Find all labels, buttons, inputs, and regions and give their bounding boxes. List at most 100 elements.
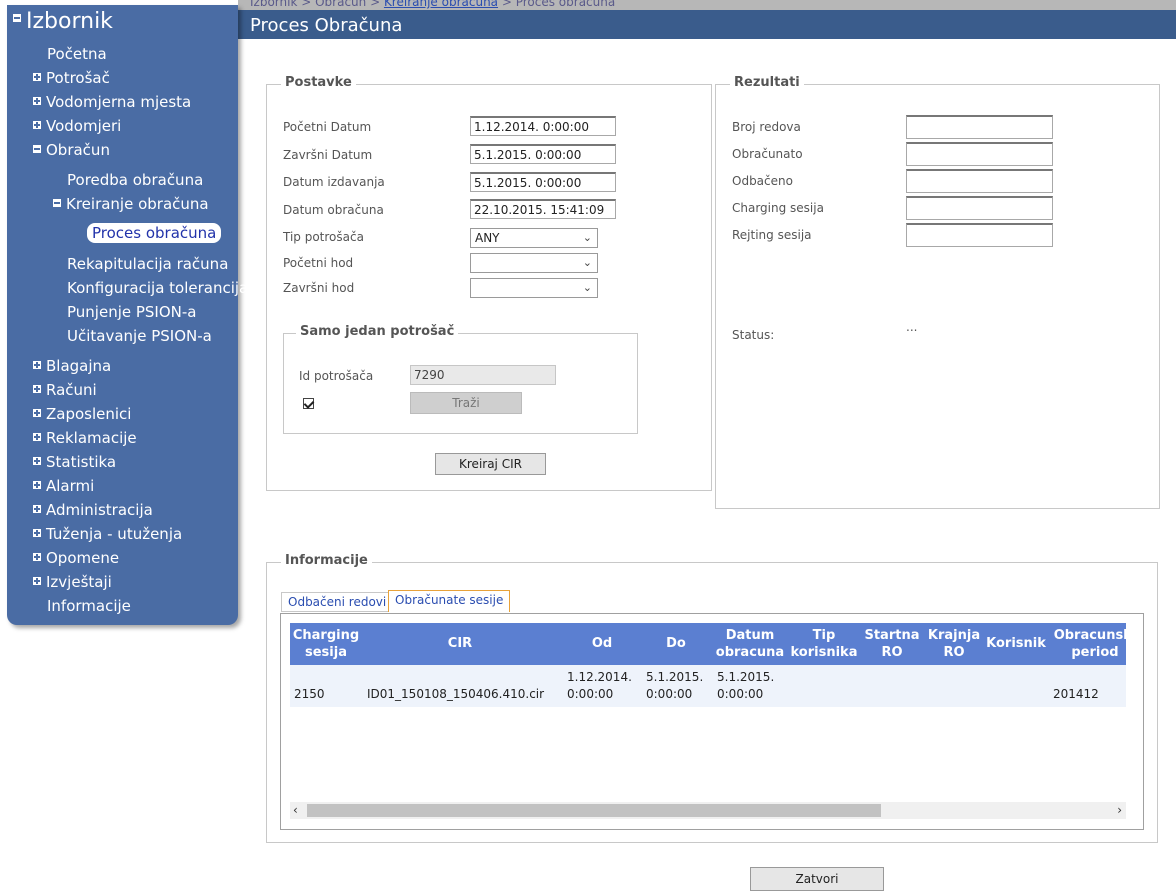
expand-icon[interactable] [33,553,41,561]
sidebar-item-kreiranje-obracuna[interactable]: Kreiranje obračuna [53,195,209,213]
cell-od: 1.12.2014. 0:00:00 [567,669,632,703]
sidebar-item-potrosac[interactable]: Potrošač [33,69,110,87]
sidebar-item-obracun[interactable]: Obračun [33,141,110,159]
chevron-right-icon[interactable]: › [1117,802,1122,819]
scrollbar-thumb[interactable] [307,804,881,817]
breadcrumb: Izbornik > Obračun > Kreiranje obračuna … [250,0,615,9]
sidebar-item-pocetna[interactable]: Početna [47,45,107,63]
cell-do-time: 0:00:00 [646,687,693,701]
sidebar-item-reklamacije[interactable]: Reklamacije [33,429,137,447]
sidebar-item-ucitavanje-psion[interactable]: Učitavanje PSION-a [67,327,212,345]
tab-odbaceni-redovi[interactable]: Odbačeni redovi [281,592,394,612]
zatvori-button[interactable]: Zatvori [750,867,884,891]
breadcrumb-link-kreiranje[interactable]: Kreiranje obračuna [384,0,498,9]
broj-redova-field [906,115,1053,139]
sidebar-item-label: Alarmi [46,477,95,495]
samo-jedan-checkbox[interactable] [303,398,314,409]
cell-cir: ID01_150108_150406.410.cir [367,687,545,701]
expand-icon[interactable] [33,577,41,585]
sidebar-item-rekapitulacija-racuna[interactable]: Rekapitulacija računa [67,255,228,273]
odbaceno-label: Odbačeno [732,174,793,188]
sidebar-item-zaposlenici[interactable]: Zaposlenici [33,405,131,423]
expand-icon[interactable] [33,529,41,537]
obracunato-field [906,142,1053,166]
col-charging-sesija[interactable]: Charging sesija [290,627,362,661]
sidebar-item-administracija[interactable]: Administracija [33,501,153,519]
sidebar-item-label: Vodomjerna mjesta [46,93,192,111]
sidebar-item-racuni[interactable]: Računi [33,381,97,399]
sidebar-item-poredba-obracuna[interactable]: Poredba obračuna [67,171,203,189]
col-od[interactable]: Od [582,635,622,652]
status-label: Status: [732,328,775,342]
col-korisnik[interactable]: Korisnik [984,635,1048,652]
col-label: obracuna [715,645,785,660]
col-label: Tip [812,628,836,643]
expand-icon[interactable] [33,481,41,489]
postavke-legend: Postavke [281,75,356,90]
tab-obracunate-sesije[interactable]: Obračunate sesije [388,590,511,612]
sidebar-item-alarmi[interactable]: Alarmi [33,477,94,495]
expand-icon[interactable] [33,121,41,129]
datum-izdavanja-input[interactable]: 5.1.2015. 0:00:00 [470,172,616,192]
kreiraj-cir-button[interactable]: Kreiraj CIR [435,453,546,475]
expand-icon[interactable] [33,73,41,81]
col-tip-korisnika[interactable]: Tip korisnika [788,627,860,661]
sidebar-item-izvjestaji[interactable]: Izvještaji [33,573,112,591]
broj-redova-label: Broj redova [732,120,801,134]
expand-icon[interactable] [33,97,41,105]
datum-obracuna-input[interactable]: 22.10.2015. 15:41:09 [470,199,616,219]
expand-icon[interactable] [33,433,41,441]
sidebar-item-label: Statistika [46,453,117,471]
chevron-left-icon[interactable]: ‹ [293,802,298,819]
sidebar-item-konfiguracija-tolerancija[interactable]: Konfiguracija tolerancija [67,279,248,297]
expand-icon[interactable] [33,505,41,513]
sidebar-item-blagajna[interactable]: Blagajna [33,357,111,375]
expand-icon[interactable] [33,457,41,465]
expand-icon[interactable] [33,361,41,369]
cell-datum-date: 5.1.2015. [717,670,775,684]
zavrsni-datum-input[interactable]: 5.1.2015. 0:00:00 [470,144,616,164]
samo-jedan-legend: Samo jedan potrošač [296,324,459,339]
expand-icon[interactable] [33,409,41,417]
sidebar-title[interactable]: Izbornik [13,9,113,34]
col-startna-ro[interactable]: Startna RO [862,627,922,661]
col-label: sesija [305,645,347,660]
col-label: Krajnja [927,628,981,643]
sidebar-item-punjenje-psion[interactable]: Punjenje PSION-a [67,303,197,321]
tip-potrosaca-select[interactable]: ANY ⌄ [470,228,598,248]
col-label: Charging [292,628,360,643]
sidebar-item-label: Izvještaji [46,573,112,591]
page-title-bar: Proces Obračuna [238,10,1176,39]
trazi-button[interactable]: Traži [410,392,522,414]
sidebar-menu: Izbornik Početna Potrošač Vodomjerna mje… [7,5,248,625]
sidebar-item-statistika[interactable]: Statistika [33,453,116,471]
sidebar-item-vodomjerna-mjesta[interactable]: Vodomjerna mjesta [33,93,191,111]
pocetni-datum-label: Početni Datum [283,120,372,134]
odbaceno-field [906,169,1053,193]
col-label: Datum [725,628,775,643]
cell-datum-obracuna: 5.1.2015. 0:00:00 [717,669,774,703]
sidebar-item-tuzenja[interactable]: Tuženja - utuženja [33,525,182,543]
collapse-icon[interactable] [53,199,61,207]
sidebar-item-proces-obracuna[interactable]: Proces obračuna [87,223,222,243]
cell-datum-time: 0:00:00 [717,687,764,701]
id-potrosaca-input[interactable]: 7290 [410,365,556,385]
sidebar-item-opomene[interactable]: Opomene [33,549,119,567]
col-do[interactable]: Do [656,635,696,652]
collapse-icon[interactable] [33,145,41,153]
horizontal-scrollbar[interactable]: ‹ › [290,802,1126,819]
zavrsni-hod-select[interactable]: ⌄ [470,278,598,298]
col-cir[interactable]: CIR [370,635,550,652]
pocetni-hod-select[interactable]: ⌄ [470,253,598,273]
breadcrumb-current: > Proces obračuna [498,0,616,9]
col-krajnja-ro[interactable]: Krajnja RO [924,627,984,661]
col-datum-obracuna[interactable]: Datum obracuna [714,627,786,661]
expand-icon[interactable] [33,385,41,393]
pocetni-datum-input[interactable]: 1.12.2014. 0:00:00 [470,116,616,136]
table-row[interactable]: 2150 ID01_150108_150406.410.cir 1.12.201… [290,665,1126,707]
collapse-icon[interactable] [13,14,21,22]
charging-sesija-field [906,196,1053,220]
sidebar-item-informacije[interactable]: Informacije [47,597,131,615]
col-obracunski-period[interactable]: Obracunski period [1050,627,1140,661]
sidebar-item-vodomjeri[interactable]: Vodomjeri [33,117,121,135]
